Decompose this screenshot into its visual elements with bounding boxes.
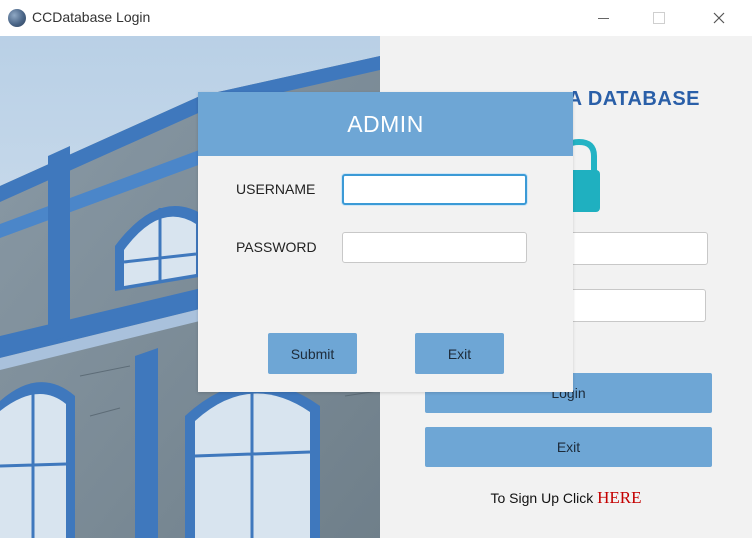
signup-row: To Sign Up Click HERE <box>380 488 752 508</box>
maximize-icon <box>653 12 665 24</box>
username-label: USERNAME <box>236 181 316 197</box>
password-label: PASSWORD <box>236 239 317 255</box>
username-field[interactable] <box>342 174 527 205</box>
submit-button[interactable]: Submit <box>268 333 357 374</box>
minimize-button[interactable] <box>580 0 626 36</box>
window-title: CCDatabase Login <box>32 9 151 25</box>
app-icon <box>8 9 26 27</box>
close-button[interactable] <box>696 0 742 36</box>
admin-exit-button[interactable]: Exit <box>415 333 504 374</box>
close-icon <box>713 12 725 24</box>
maximize-button[interactable] <box>636 0 682 36</box>
signup-link[interactable]: HERE <box>597 488 641 507</box>
login-exit-button[interactable]: Exit <box>425 427 712 467</box>
title-bar: CCDatabase Login <box>0 0 752 36</box>
login-username-field[interactable] <box>562 232 708 265</box>
signup-text: To Sign Up Click <box>490 490 598 506</box>
login-password-field[interactable] <box>562 289 706 322</box>
password-field[interactable] <box>342 232 527 263</box>
minimize-icon <box>597 17 609 19</box>
admin-title: ADMIN <box>198 92 573 156</box>
admin-dialog: ADMIN USERNAME PASSWORD Submit Exit <box>198 92 573 392</box>
